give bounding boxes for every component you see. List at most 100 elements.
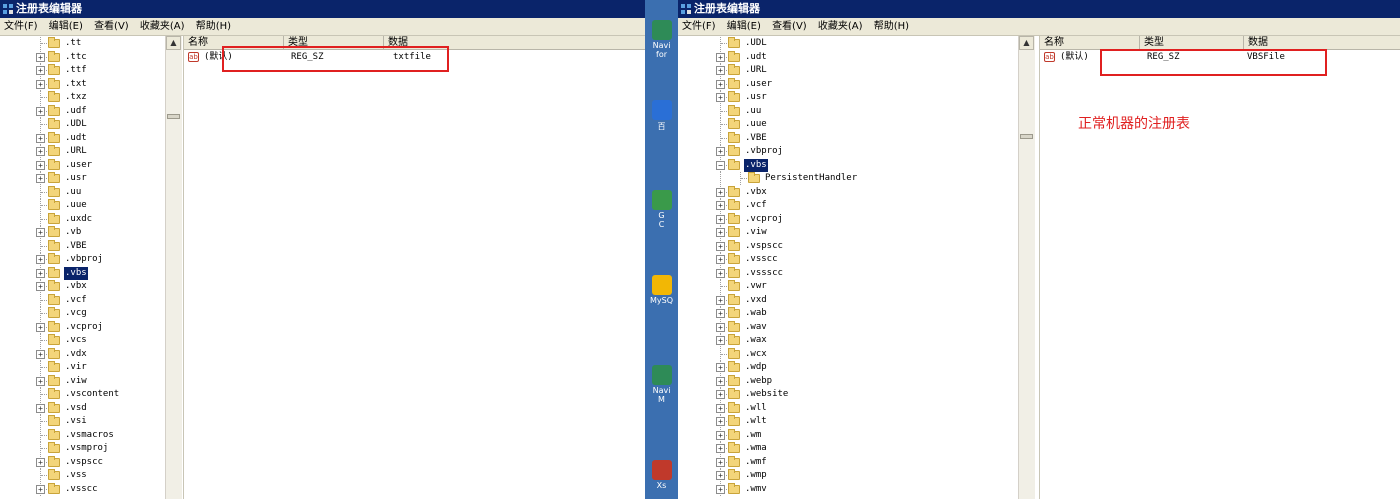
expand-icon[interactable]: + xyxy=(36,228,45,237)
registry-key-tree[interactable]: .UDL + .udt + .URL + .user + .usr .uu .uue .VBE + .vb… xyxy=(678,36,1018,499)
tree-key-url[interactable]: + .URL xyxy=(678,64,1018,77)
expand-icon[interactable]: + xyxy=(716,201,725,210)
tree-key-url[interactable]: + .URL xyxy=(0,145,165,158)
tree-key-label[interactable]: .vxd xyxy=(744,294,768,307)
tree-key-vxd[interactable]: + .vxd xyxy=(678,293,1018,307)
menu-edit[interactable]: 编辑(E) xyxy=(45,18,87,35)
tree-key-vsd[interactable]: + .vsd xyxy=(0,401,165,415)
tree-key-label[interactable]: .URL xyxy=(64,145,88,158)
menu-view[interactable]: 查看(V) xyxy=(768,18,811,35)
tree-key-vb[interactable]: + .vb xyxy=(0,226,165,239)
tree-key-label[interactable]: .vbproj xyxy=(744,145,784,158)
expand-icon[interactable]: + xyxy=(36,403,45,413)
tree-key-user[interactable]: + .user xyxy=(678,77,1018,91)
collapse-icon[interactable]: − xyxy=(716,160,725,170)
menu-file[interactable]: 文件(F) xyxy=(678,18,720,35)
menu-favorites[interactable]: 收藏夹(A) xyxy=(136,18,189,35)
tree-key-vbe[interactable]: .VBE xyxy=(0,239,165,253)
column-type-header[interactable]: 类型 xyxy=(1140,36,1244,49)
tree-key-label[interactable]: .uue xyxy=(64,199,88,212)
tree-key-usr[interactable]: + .usr xyxy=(678,91,1018,104)
menu-view[interactable]: 查看(V) xyxy=(90,18,133,35)
tree-key-label[interactable]: .wax xyxy=(744,334,768,347)
tree-key-viw[interactable]: + .viw xyxy=(0,374,165,388)
tree-key-wax[interactable]: + .wax xyxy=(678,334,1018,347)
tree-key-vcproj[interactable]: + .vcproj xyxy=(0,320,165,334)
tree-key-label[interactable]: .vsscc xyxy=(64,483,99,496)
tree-key-label[interactable]: .wmv xyxy=(744,483,768,496)
menu-help[interactable]: 帮助(H) xyxy=(192,18,235,35)
expand-icon[interactable]: + xyxy=(36,484,45,494)
tree-key-label[interactable]: .vsmacros xyxy=(64,429,115,442)
tree-key-label[interactable]: .vwr xyxy=(744,280,768,293)
tree-key-vsmproj[interactable]: .vsmproj xyxy=(0,442,165,455)
tree-key-label[interactable]: .UDL xyxy=(744,37,768,50)
expand-icon[interactable]: + xyxy=(716,187,725,197)
tree-key-label[interactable]: .uu xyxy=(744,105,762,118)
tree-key-label[interactable]: .wma xyxy=(744,442,768,455)
tree-key-label[interactable]: .wav xyxy=(744,321,768,334)
tree-key-vbproj[interactable]: + .vbproj xyxy=(0,253,165,266)
tree-key-wm[interactable]: + .wm xyxy=(678,428,1018,442)
tree-key-wmf[interactable]: + .wmf xyxy=(678,455,1018,469)
tree-key-label[interactable]: PersistentHandler xyxy=(764,172,858,185)
tree-key-label[interactable]: .vb xyxy=(64,226,82,239)
scroll-up-arrow-icon[interactable]: ▲ xyxy=(1019,36,1034,50)
tree-key-wlt[interactable]: + .wlt xyxy=(678,415,1018,428)
tree-key-label[interactable]: .vbs xyxy=(744,158,768,172)
tree-key-label[interactable]: .vsd xyxy=(64,402,88,415)
expand-icon[interactable]: + xyxy=(716,66,725,75)
title-bar[interactable]: 注册表编辑器 xyxy=(0,0,645,18)
tree-key-label[interactable]: .vcs xyxy=(64,334,88,347)
column-data-header[interactable]: 数据 xyxy=(1244,36,1400,49)
tree-key-label[interactable]: .user xyxy=(744,78,773,91)
expand-icon[interactable]: + xyxy=(36,255,45,264)
tree-key-label[interactable]: .wab xyxy=(744,307,768,320)
tree-key-vss[interactable]: .vss xyxy=(0,469,165,482)
column-name-header[interactable]: 名称 xyxy=(1040,36,1140,49)
tree-key-label[interactable]: .txz xyxy=(64,91,88,104)
expand-icon[interactable]: + xyxy=(716,322,725,332)
tree-key-label[interactable]: .vbproj xyxy=(64,253,104,266)
tree-key-wab[interactable]: + .wab xyxy=(678,307,1018,320)
tree-key-wmv[interactable]: + .wmv xyxy=(678,482,1018,496)
tree-key-label[interactable]: .VBE xyxy=(64,240,88,253)
tree-key-txz[interactable]: .txz xyxy=(0,91,165,104)
tree-key-label[interactable]: .vcg xyxy=(64,307,88,320)
tree-key-label[interactable]: .wll xyxy=(744,402,768,415)
tree-key-website[interactable]: + .website xyxy=(678,388,1018,401)
tree-key-uu[interactable]: .uu xyxy=(678,104,1018,118)
tree-key-label[interactable]: .webp xyxy=(744,375,773,388)
tree-key-vbs[interactable]: − .vbs xyxy=(678,158,1018,172)
chrome-icon[interactable]: GC xyxy=(645,190,678,229)
tree-key-vspscc[interactable]: + .vspscc xyxy=(678,239,1018,253)
tree-key-vcg[interactable]: .vcg xyxy=(0,307,165,320)
tree-key-ttf[interactable]: + .ttf xyxy=(0,64,165,77)
tree-key-uue[interactable]: .uue xyxy=(678,118,1018,131)
expand-icon[interactable]: + xyxy=(716,268,725,278)
title-bar[interactable]: 注册表编辑器 xyxy=(678,0,1400,18)
expand-icon[interactable]: + xyxy=(36,376,45,386)
tree-key-txt[interactable]: + .txt xyxy=(0,77,165,91)
tree-key-vir[interactable]: .vir xyxy=(0,361,165,374)
tree-key-vbe[interactable]: .VBE xyxy=(678,131,1018,145)
tree-key-wmp[interactable]: + .wmp xyxy=(678,469,1018,482)
expand-icon[interactable]: + xyxy=(716,309,725,318)
browser-icon[interactable]: 百 xyxy=(645,100,678,132)
tree-key-wll[interactable]: + .wll xyxy=(678,401,1018,415)
tree-key-label[interactable]: .vbx xyxy=(744,186,768,199)
tree-key-label[interactable]: .website xyxy=(744,388,789,401)
expand-icon[interactable]: + xyxy=(716,228,725,237)
values-list[interactable]: 名称 类型 数据 ab (默认) REG_SZ txtfile xyxy=(183,36,645,499)
tree-key-vwr[interactable]: .vwr xyxy=(678,280,1018,293)
tree-key-wma[interactable]: + .wma xyxy=(678,442,1018,455)
tree-key-label[interactable]: .vss xyxy=(64,469,88,482)
xshell-icon[interactable]: Xs xyxy=(645,460,678,490)
tree-key-wcx[interactable]: .wcx xyxy=(678,347,1018,361)
tree-key-uu[interactable]: .uu xyxy=(0,185,165,199)
expand-icon[interactable]: + xyxy=(36,282,45,291)
tree-key-label[interactable]: .wcx xyxy=(744,348,768,361)
tree-key-label[interactable]: .wdp xyxy=(744,361,768,374)
tree-key-webp[interactable]: + .webp xyxy=(678,374,1018,388)
tree-key-label[interactable]: .vir xyxy=(64,361,88,374)
